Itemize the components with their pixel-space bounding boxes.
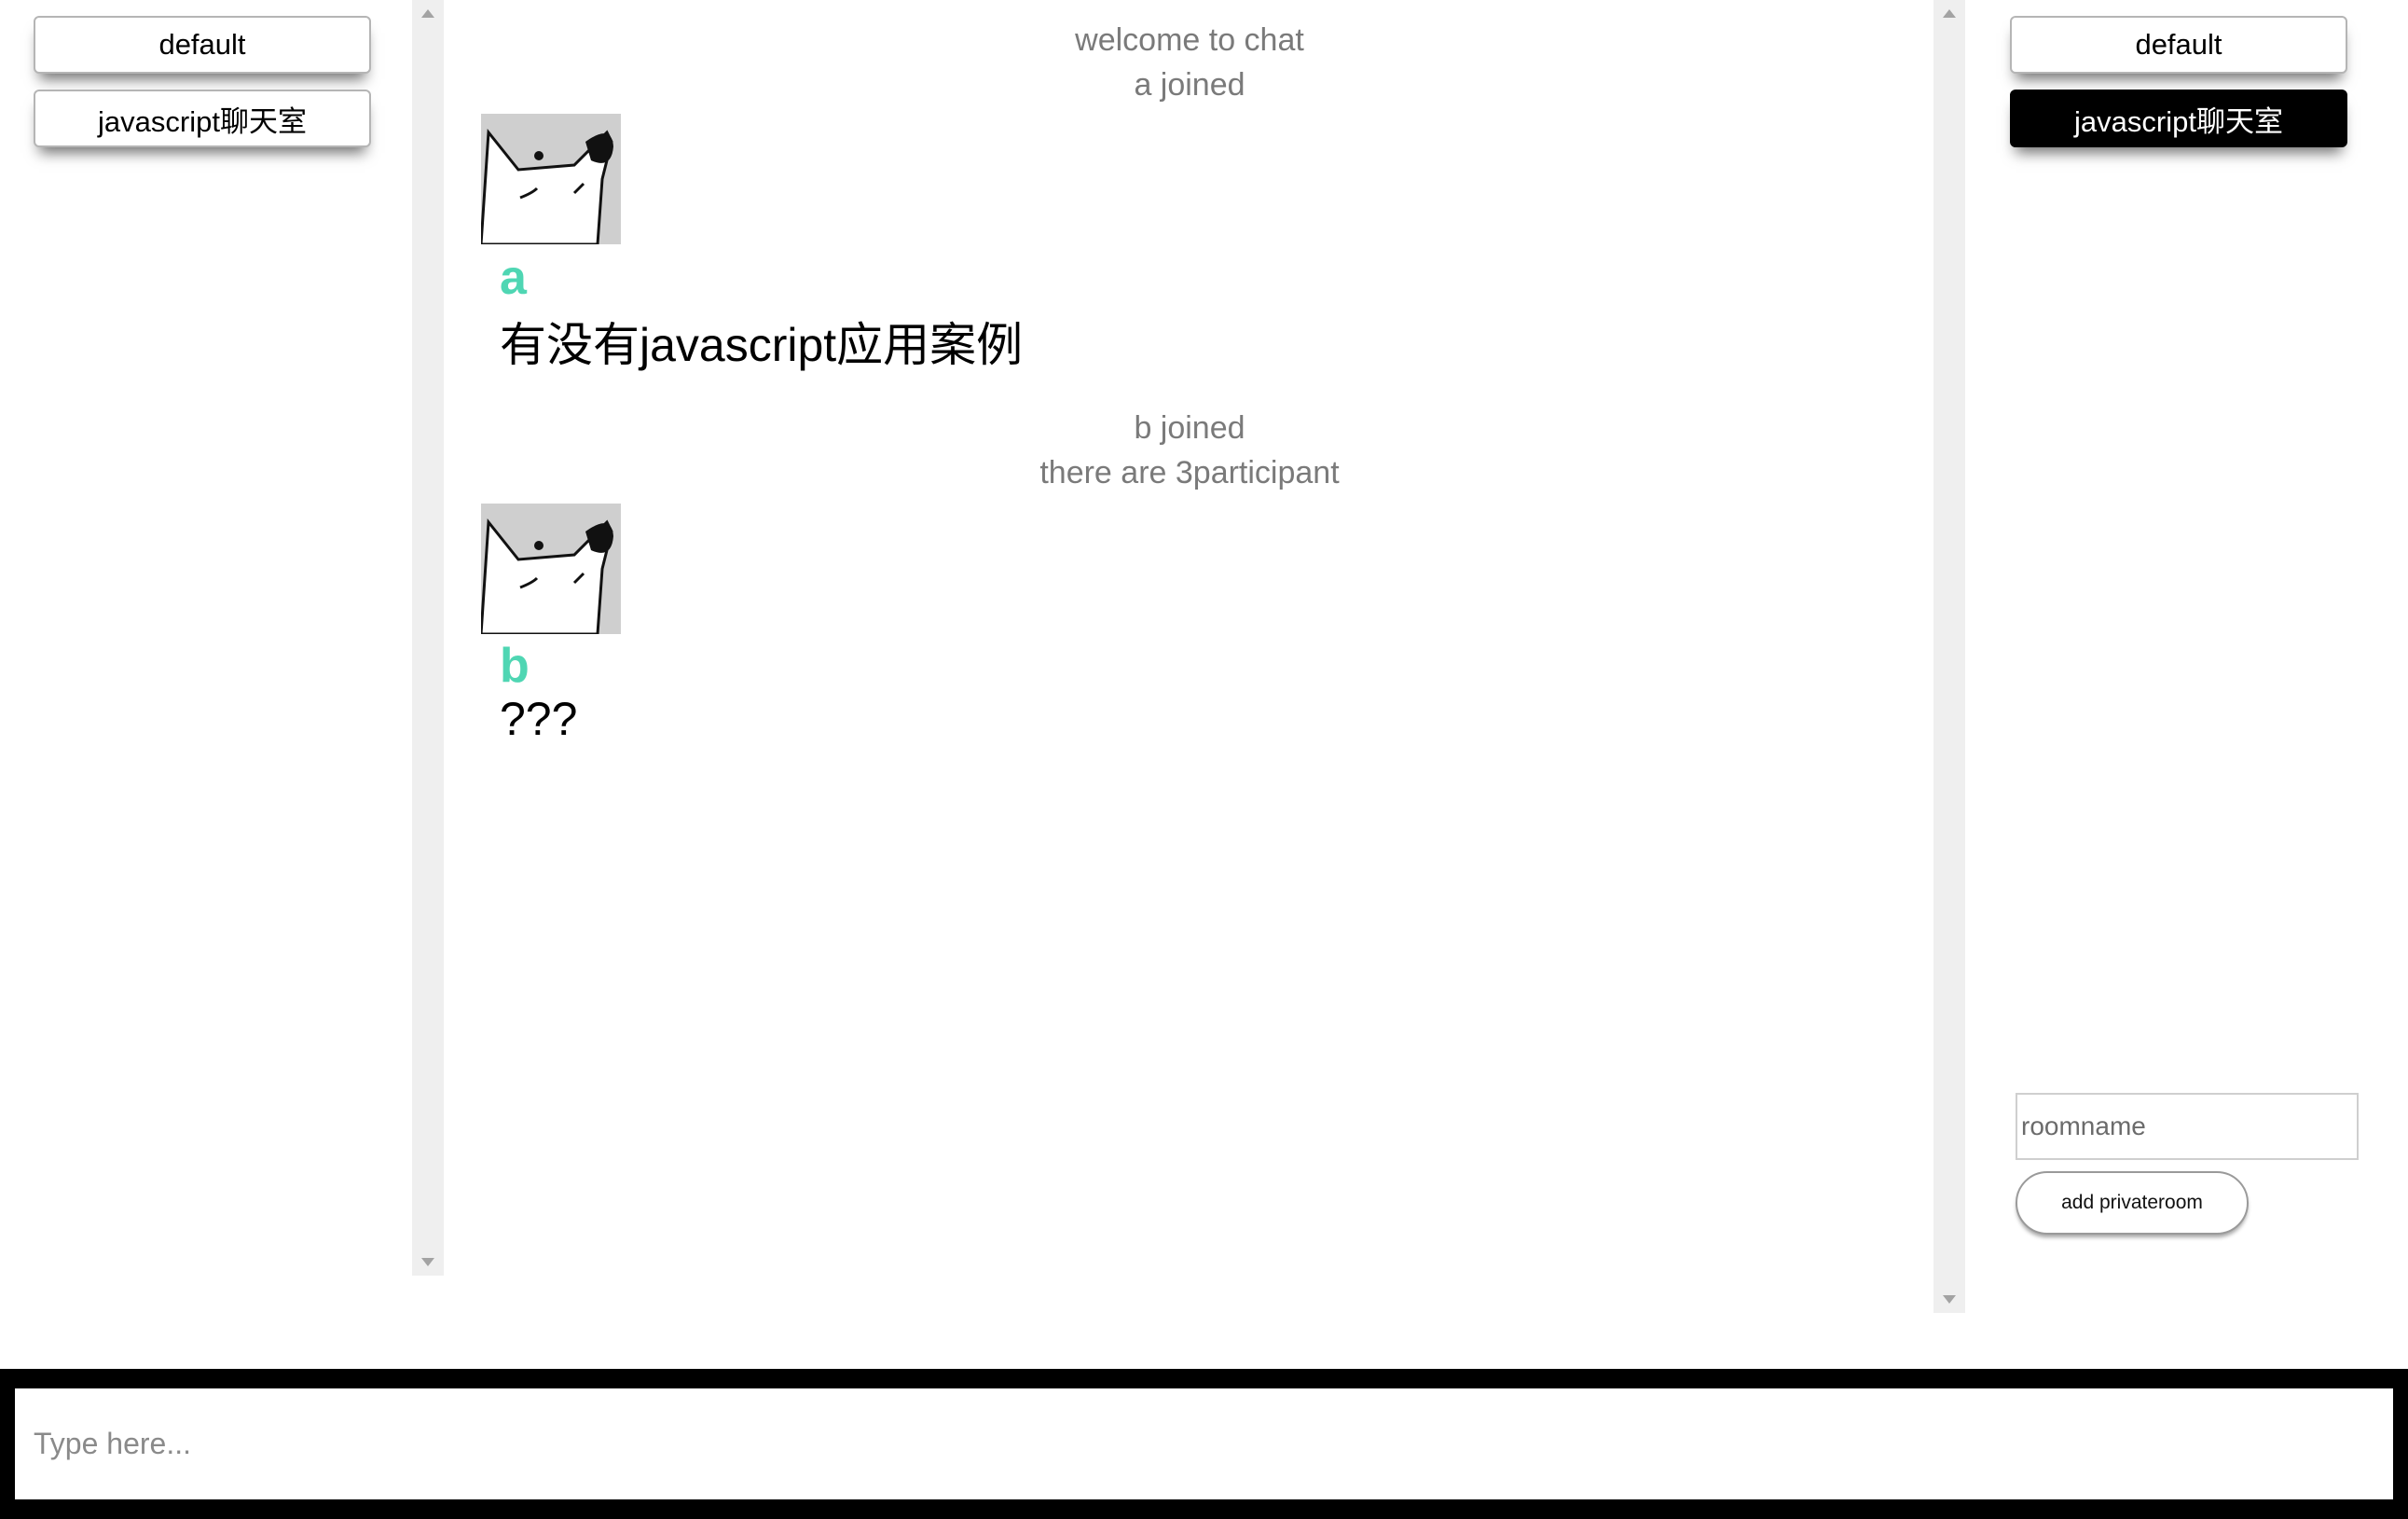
message-username: a [500,251,527,305]
left-scrollbar[interactable] [412,0,444,1276]
composer-bar [0,1369,2408,1519]
scroll-up-arrow-icon[interactable] [421,9,434,18]
dog-avatar-icon [481,504,621,634]
system-message: a joined [1134,67,1245,103]
left-room-default-button[interactable]: default [34,16,371,74]
scroll-down-arrow-icon[interactable] [1943,1295,1956,1304]
message-username: b [500,639,530,693]
roomname-input[interactable] [2016,1093,2359,1160]
dog-avatar-icon [481,114,621,244]
scroll-down-arrow-icon[interactable] [421,1258,434,1266]
system-message: welcome to chat [1075,22,1304,58]
system-message: there are 3participant [1039,455,1340,490]
right-room-default-button[interactable]: default [2010,16,2347,74]
left-room-javascript-button[interactable]: javascript聊天室 [34,90,371,147]
add-privateroom-button[interactable]: add privateroom [2016,1171,2249,1235]
message-text: ??? [500,693,578,745]
message-input[interactable] [15,1388,2393,1499]
right-room-javascript-button[interactable]: javascript聊天室 [2010,90,2347,147]
scroll-up-arrow-icon[interactable] [1943,9,1956,18]
right-scrollbar[interactable] [1933,0,1965,1313]
message-text: 有没有javascript应用案例 [500,319,1024,371]
system-message: b joined [1134,410,1245,446]
chat-messages-area: welcome to chat a joined a 有没有javascript… [446,0,1933,1287]
